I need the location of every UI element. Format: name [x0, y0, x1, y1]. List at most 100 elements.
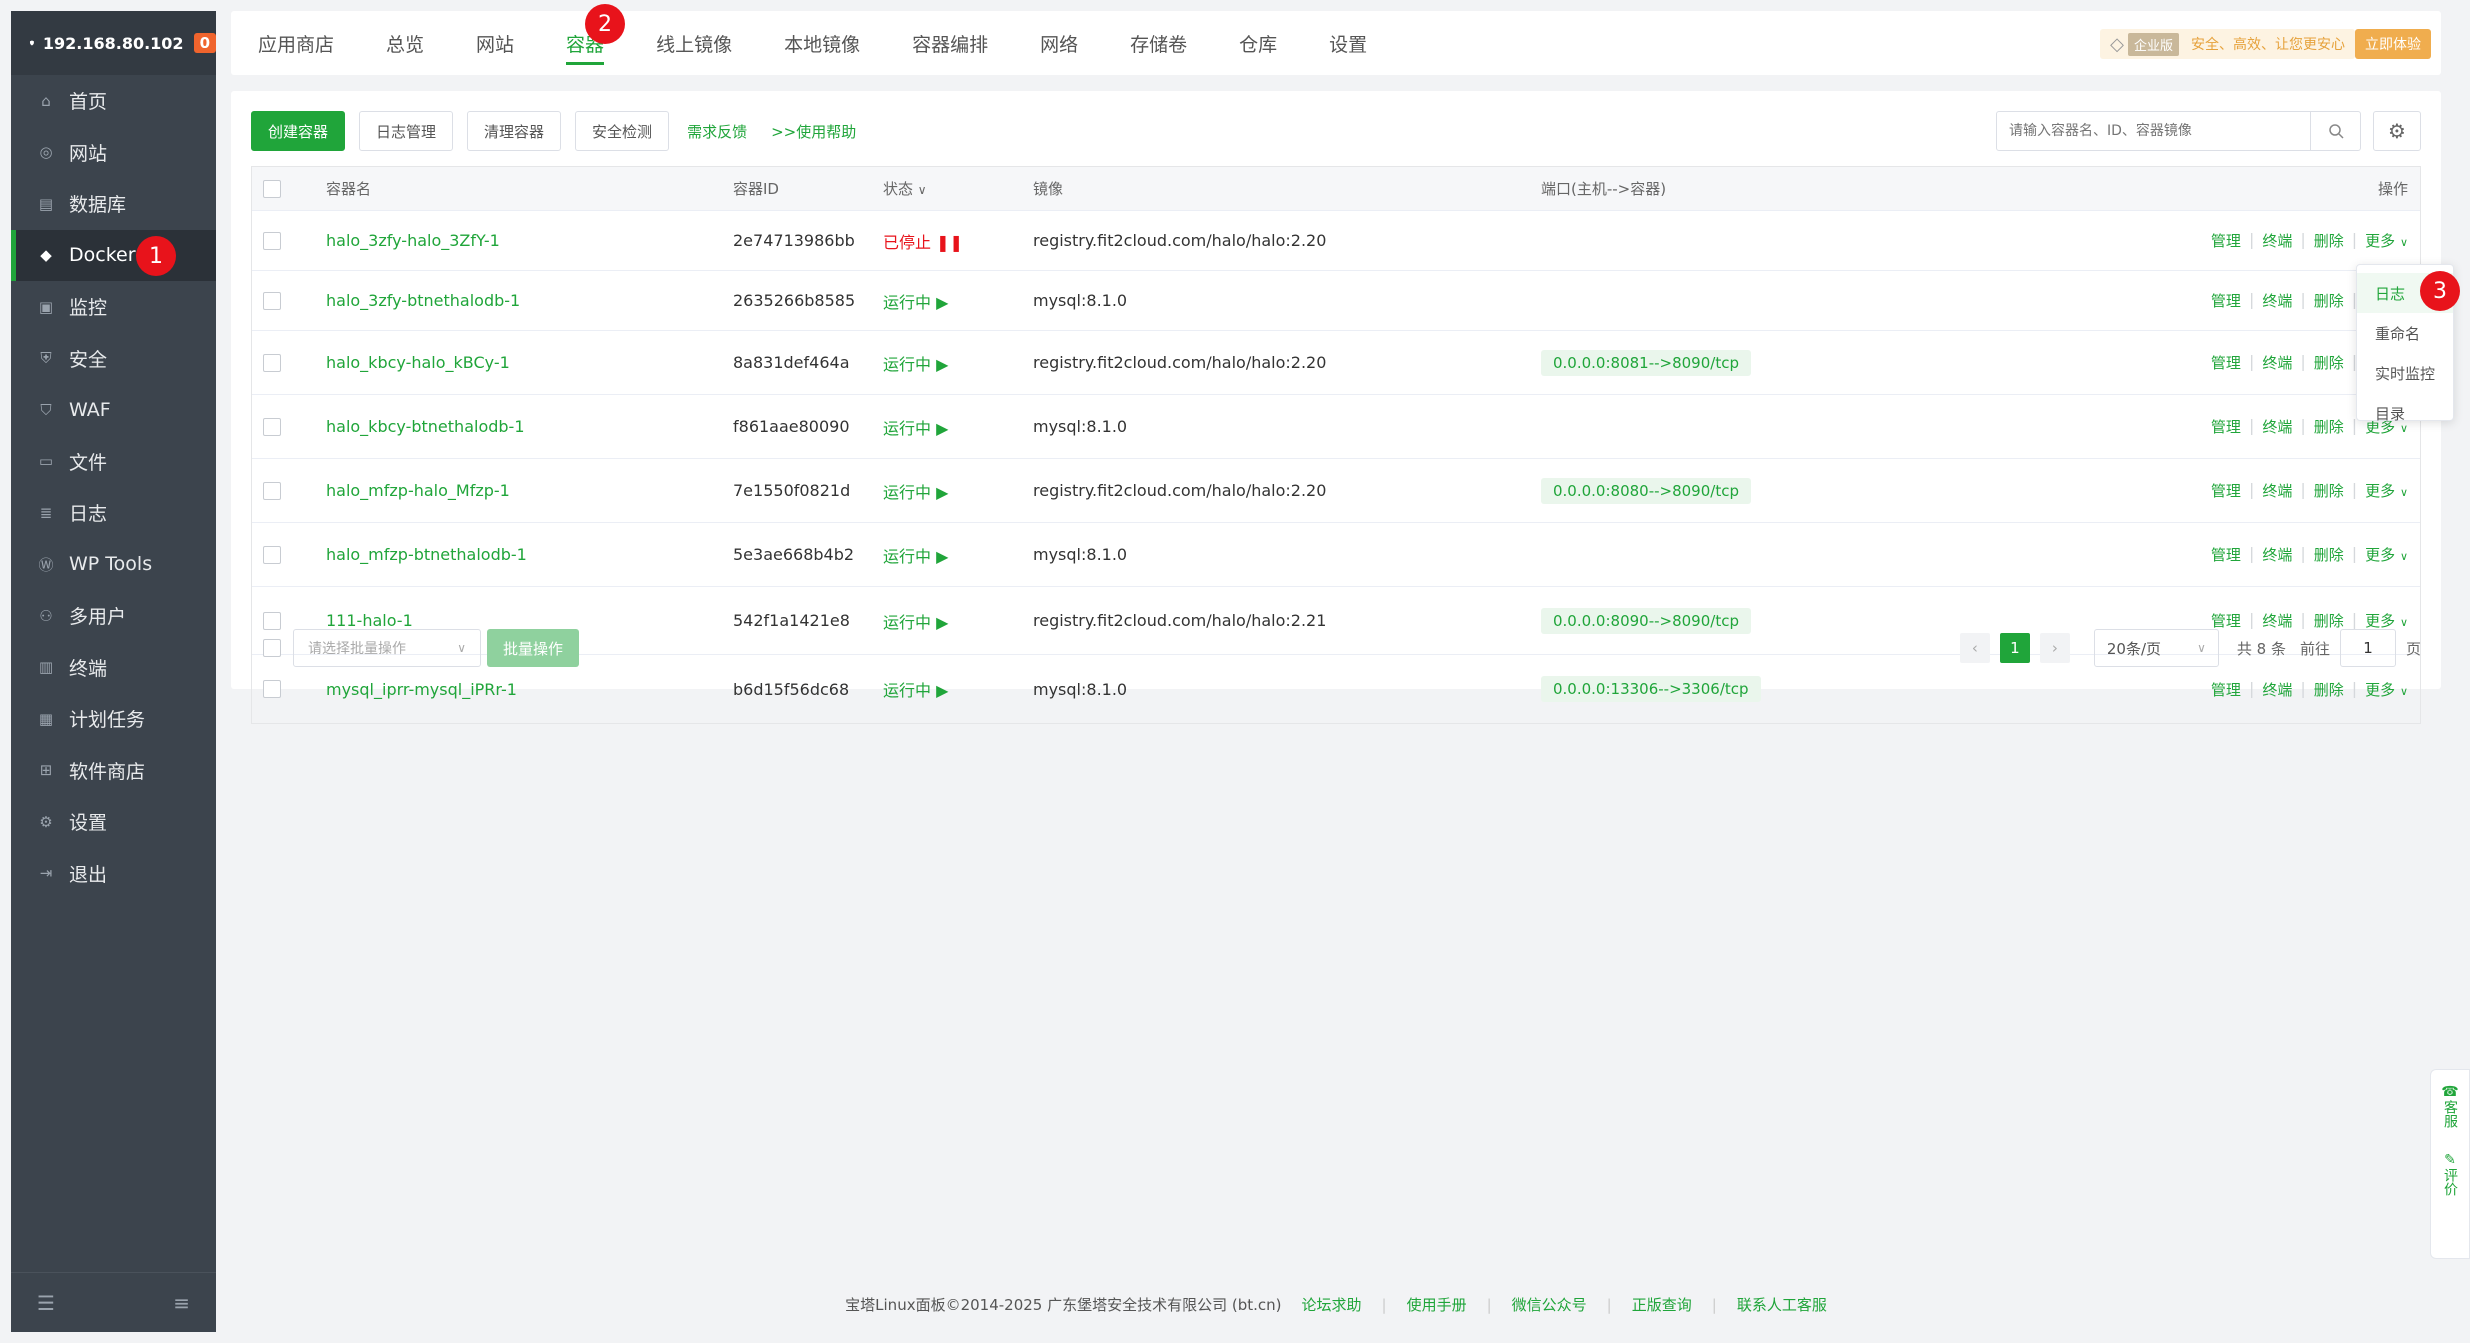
row-checkbox[interactable]	[263, 545, 281, 564]
create-container-button[interactable]: 创建容器	[251, 111, 346, 151]
tab-1[interactable]: 总览	[360, 11, 450, 75]
customer-service-button[interactable]: ☎ 客服	[2441, 1084, 2458, 1128]
sidebar-item-12[interactable]: ▦ 计划任务	[11, 693, 216, 745]
delete-link[interactable]: 删除	[2314, 290, 2344, 311]
manage-link[interactable]: 管理	[2211, 416, 2241, 437]
footer-link[interactable]: 联系人工客服	[1737, 1296, 1827, 1314]
container-status[interactable]: 运行中 ▶	[883, 609, 1033, 633]
sidebar-item-8[interactable]: ≣ 日志	[11, 487, 216, 539]
container-name-link[interactable]: halo_kbcy-halo_kBCy-1	[326, 353, 510, 372]
sidebar-item-11[interactable]: ▥ 终端	[11, 642, 216, 694]
delete-link[interactable]: 删除	[2314, 610, 2344, 631]
terminal-link[interactable]: 终端	[2262, 352, 2292, 373]
batch-select-checkbox[interactable]	[263, 639, 281, 657]
container-name-link[interactable]: halo_mfzp-btnethalodb-1	[326, 545, 527, 564]
tab-6[interactable]: 容器编排	[886, 11, 1014, 75]
terminal-link[interactable]: 终端	[2262, 544, 2292, 565]
manage-link[interactable]: 管理	[2211, 679, 2241, 700]
sidebar-item-14[interactable]: ⚙ 设置	[11, 796, 216, 848]
col-status[interactable]: 状态 ∨	[883, 178, 1033, 199]
try-now-button[interactable]: 立即体验	[2355, 29, 2431, 59]
settings-gear-button[interactable]: ⚙	[2373, 111, 2421, 151]
page-size-select[interactable]: 20条/页 ∨	[2093, 629, 2219, 667]
row-checkbox[interactable]	[263, 353, 281, 372]
container-status[interactable]: 已停止 ❚❚	[883, 229, 1033, 253]
container-status[interactable]: 运行中 ▶	[883, 677, 1033, 701]
tab-10[interactable]: 设置	[1303, 11, 1393, 75]
delete-link[interactable]: 删除	[2314, 416, 2344, 437]
delete-link[interactable]: 删除	[2314, 480, 2344, 501]
row-checkbox[interactable]	[263, 417, 281, 436]
more-link[interactable]: 更多 ∨	[2365, 230, 2408, 251]
page-number[interactable]: 1	[1999, 633, 2030, 663]
terminal-link[interactable]: 终端	[2262, 290, 2292, 311]
delete-link[interactable]: 删除	[2314, 230, 2344, 251]
terminal-link[interactable]: 终端	[2262, 480, 2292, 501]
tab-9[interactable]: 仓库	[1213, 11, 1303, 75]
search-input[interactable]	[1997, 113, 2310, 149]
menu-list-icon[interactable]: ≡	[173, 1291, 190, 1315]
sidebar-item-10[interactable]: ⚇ 多用户	[11, 590, 216, 642]
footer-link[interactable]: 正版查询	[1632, 1296, 1692, 1314]
sidebar-item-1[interactable]: ◎ 网站	[11, 127, 216, 179]
container-name-link[interactable]: halo_3zfy-halo_3ZfY-1	[326, 231, 500, 250]
sidebar-item-3[interactable]: ◆ Docker	[11, 229, 216, 281]
more-link[interactable]: 更多 ∨	[2365, 480, 2408, 501]
container-status[interactable]: 运行中 ▶	[883, 289, 1033, 313]
help-link[interactable]: >>使用帮助	[771, 121, 856, 142]
feedback-link[interactable]: 需求反馈	[687, 121, 747, 142]
next-page-button[interactable]: ›	[2039, 633, 2070, 663]
terminal-link[interactable]: 终端	[2262, 610, 2292, 631]
container-name-link[interactable]: halo_3zfy-btnethalodb-1	[326, 291, 520, 310]
tab-4[interactable]: 线上镜像	[630, 11, 758, 75]
sidebar-item-15[interactable]: ⇥ 退出	[11, 848, 216, 900]
container-name-link[interactable]: mysql_iprr-mysql_iPRr-1	[326, 680, 517, 699]
manage-link[interactable]: 管理	[2211, 352, 2241, 373]
more-menu-item[interactable]: 目录	[2357, 393, 2453, 433]
notification-badge[interactable]: 0	[193, 33, 216, 53]
tab-0[interactable]: 应用商店	[231, 11, 360, 75]
more-link[interactable]: 更多 ∨	[2365, 679, 2408, 700]
goto-page-input[interactable]: 1	[2339, 629, 2396, 667]
row-checkbox[interactable]	[263, 680, 281, 698]
delete-link[interactable]: 删除	[2314, 352, 2344, 373]
select-all-checkbox[interactable]	[263, 179, 281, 198]
container-name-link[interactable]: 111-halo-1	[326, 611, 413, 630]
sidebar-item-4[interactable]: ▣ 监控	[11, 281, 216, 333]
sidebar-item-7[interactable]: ▭ 文件	[11, 436, 216, 488]
sidebar-item-9[interactable]: Ⓦ WP Tools	[11, 539, 216, 591]
tab-7[interactable]: 网络	[1014, 11, 1104, 75]
clean-container-button[interactable]: 清理容器	[467, 111, 562, 151]
container-name-link[interactable]: halo_mfzp-halo_Mfzp-1	[326, 481, 510, 500]
container-status[interactable]: 运行中 ▶	[883, 543, 1033, 567]
delete-link[interactable]: 删除	[2314, 679, 2344, 700]
sidebar-item-2[interactable]: ▤ 数据库	[11, 178, 216, 230]
tab-5[interactable]: 本地镜像	[758, 11, 886, 75]
sidebar-item-0[interactable]: ⌂ 首页	[11, 75, 216, 127]
container-status[interactable]: 运行中 ▶	[883, 415, 1033, 439]
manage-link[interactable]: 管理	[2211, 610, 2241, 631]
enterprise-banner[interactable]: ◇ 企业版 安全、高效、让您更安心	[2100, 29, 2355, 59]
tab-2[interactable]: 网站	[450, 11, 540, 75]
more-link[interactable]: 更多 ∨	[2365, 544, 2408, 565]
manage-link[interactable]: 管理	[2211, 230, 2241, 251]
footer-link[interactable]: 微信公众号	[1512, 1296, 1587, 1314]
container-status[interactable]: 运行中 ▶	[883, 351, 1033, 375]
collapse-sidebar-icon[interactable]: ☰	[37, 1291, 55, 1315]
terminal-link[interactable]: 终端	[2262, 416, 2292, 437]
search-button[interactable]	[2310, 112, 2360, 150]
batch-select[interactable]: 请选择批量操作 ∨	[293, 629, 481, 667]
row-checkbox[interactable]	[263, 291, 281, 310]
tab-8[interactable]: 存储卷	[1104, 11, 1213, 75]
row-checkbox[interactable]	[263, 611, 281, 630]
sidebar-item-6[interactable]: ⛉ WAF	[11, 384, 216, 436]
log-manage-button[interactable]: 日志管理	[359, 111, 454, 151]
manage-link[interactable]: 管理	[2211, 544, 2241, 565]
footer-link[interactable]: 论坛求助	[1302, 1296, 1362, 1314]
sidebar-item-5[interactable]: ⛨ 安全	[11, 333, 216, 385]
delete-link[interactable]: 删除	[2314, 544, 2344, 565]
review-button[interactable]: ✎ 评价	[2442, 1152, 2458, 1196]
more-link[interactable]: 更多 ∨	[2365, 610, 2408, 631]
manage-link[interactable]: 管理	[2211, 480, 2241, 501]
security-check-button[interactable]: 安全检测	[575, 111, 670, 151]
